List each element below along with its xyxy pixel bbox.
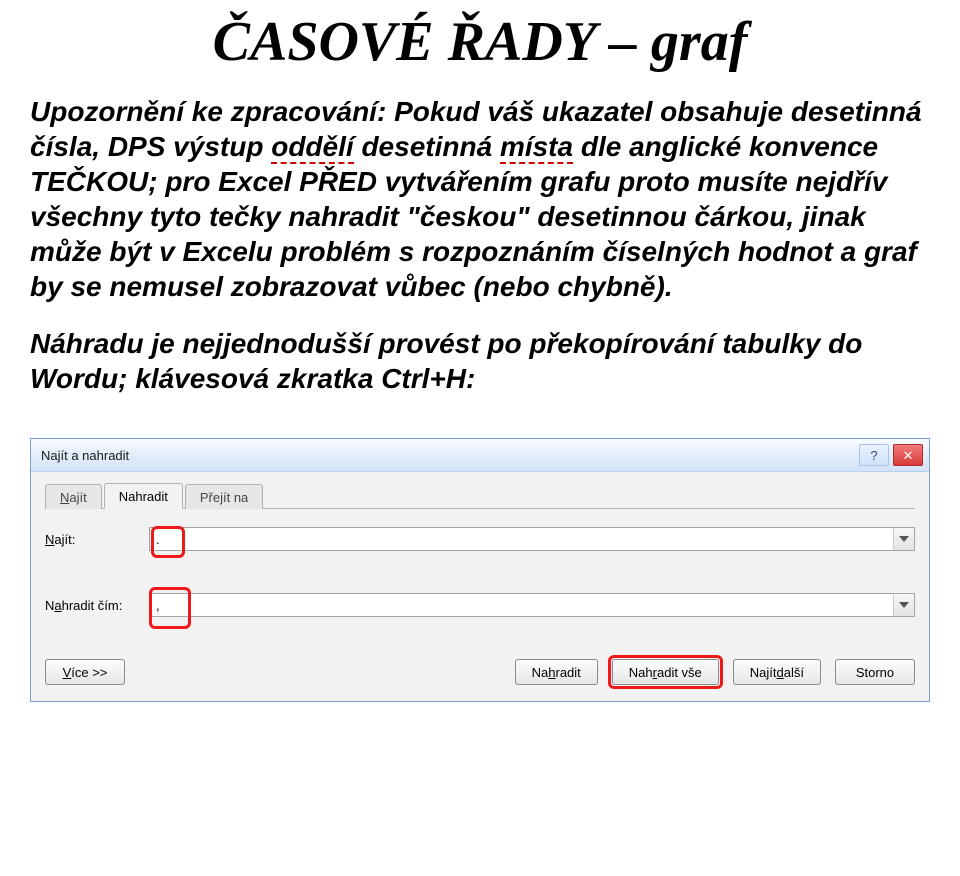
dialog-titlebar[interactable]: Najít a nahradit ? ✕ [31,439,929,472]
replace-dropdown-button[interactable] [893,594,914,616]
chevron-down-icon [899,602,909,608]
paragraph-tip: Náhradu je nejjednodušší provést po přek… [30,326,930,396]
tab-find-rest: ajít [69,490,86,505]
cancel-button[interactable]: Storno [835,659,915,685]
tab-find[interactable]: Najít [45,484,102,509]
replace-all-button[interactable]: Nahradit vše [612,659,719,685]
replace-button[interactable]: Nahradit [515,659,598,685]
find-replace-dialog: Najít a nahradit ? ✕ Najít Nahradit Přej… [30,438,930,702]
help-button[interactable]: ? [859,444,889,466]
close-button[interactable]: ✕ [893,444,923,466]
find-label: Najít: [45,532,149,547]
replace-label: Nahradit čím: [45,598,149,613]
replace-input[interactable] [149,593,915,617]
dialog-tabs: Najít Nahradit Přejít na [45,482,915,509]
find-row: Najít: [45,509,915,557]
find-dropdown-button[interactable] [893,528,914,550]
paragraph-warning: Upozornění ke zpracování: Pokud váš ukaz… [30,94,930,304]
page-title: ČASOVÉ ŘADY – graf [30,10,930,74]
more-button[interactable]: Více >> [45,659,125,685]
tab-goto[interactable]: Přejít na [185,484,263,509]
dialog-title: Najít a nahradit [41,448,129,463]
find-input[interactable] [149,527,915,551]
find-next-button[interactable]: Najít další [733,659,821,685]
replace-row: Nahradit čím: [45,557,915,623]
tab-replace[interactable]: Nahradit [104,483,183,509]
chevron-down-icon [899,536,909,542]
